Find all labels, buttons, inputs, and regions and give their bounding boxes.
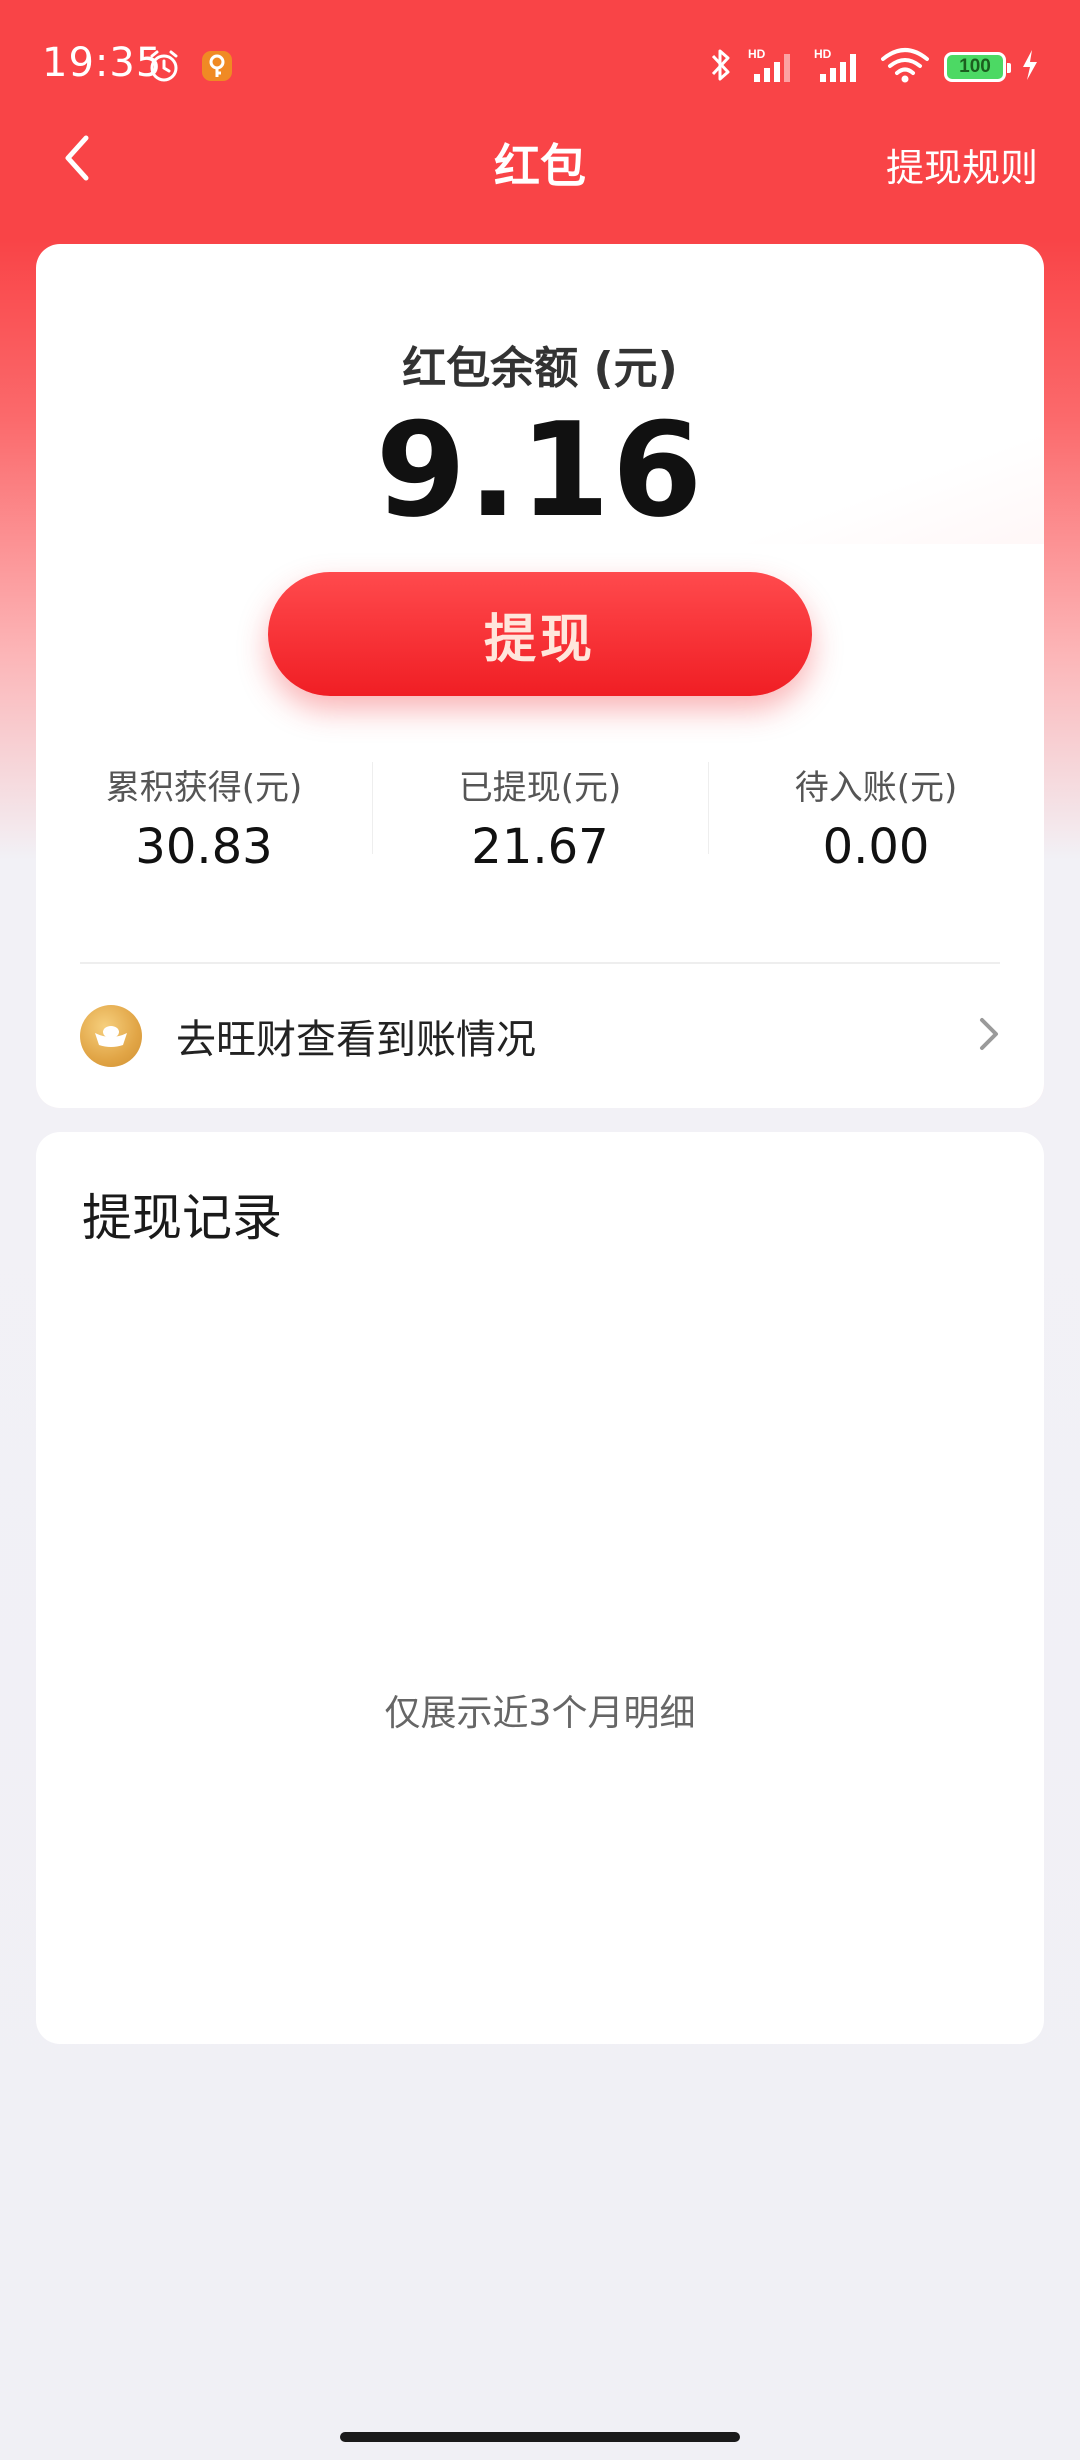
- balance-value: 9.16: [375, 394, 705, 546]
- balance-label: 红包余额 (元): [402, 343, 678, 394]
- bluetooth-icon: [708, 46, 734, 88]
- wangcai-link[interactable]: 去旺财查看到账情况: [36, 966, 1044, 1106]
- battery-level: 100: [959, 56, 991, 77]
- withdraw-button[interactable]: 提现: [268, 572, 812, 696]
- stat-pending: 待入账(元) 0.00: [708, 754, 1044, 875]
- records-empty-note: 仅展示近3个月明细: [384, 1693, 696, 1734]
- alarm-icon: [146, 48, 182, 88]
- status-right-icons: HD HD 100: [708, 46, 1040, 88]
- signal-tag-hd-1: HD: [748, 47, 766, 61]
- status-bar: 19:35 HD HD 100: [0, 0, 1080, 130]
- stat-label: 累积获得(元): [105, 768, 303, 808]
- withdraw-records-card: 提现记录 仅展示近3个月明细: [36, 1132, 1044, 2044]
- status-time: 19:35: [42, 40, 163, 86]
- stat-total-earned: 累积获得(元) 30.83: [36, 754, 372, 875]
- stats-row: 累积获得(元) 30.83 已提现(元) 21.67 待入账(元) 0.00: [36, 754, 1044, 875]
- home-indicator[interactable]: [340, 2432, 740, 2442]
- signal-tag-hd-2: HD: [814, 47, 832, 61]
- stat-label: 待入账(元): [794, 768, 958, 808]
- stat-withdrawn: 已提现(元) 21.67: [372, 754, 708, 875]
- wangcai-text: 去旺财查看到账情况: [176, 1017, 536, 1063]
- stat-label: 已提现(元): [458, 768, 622, 808]
- battery-icon: 100: [944, 52, 1011, 82]
- hd-signal-icon: HD: [814, 46, 866, 88]
- stat-value: 30.83: [135, 819, 273, 875]
- wifi-icon: [880, 46, 930, 88]
- balance-card: 红包余额 (元) 9.16 提现 累积获得(元) 30.83 已提现(元) 21…: [36, 244, 1044, 1108]
- app-notification-icon: [200, 49, 234, 87]
- divider: [80, 962, 1000, 964]
- records-title: 提现记录: [82, 1189, 282, 1247]
- stat-value: 21.67: [471, 819, 609, 875]
- charging-icon: [1020, 48, 1040, 86]
- stat-value: 0.00: [822, 819, 930, 875]
- withdraw-rules-link[interactable]: 提现规则: [886, 137, 1038, 192]
- status-left-icons: [146, 48, 234, 88]
- hd-signal-icon: HD: [748, 46, 800, 88]
- gold-ingot-icon: [80, 1005, 142, 1067]
- nav-bar: 红包 提现规则: [0, 120, 1080, 200]
- chevron-right-icon: [968, 1014, 1008, 1054]
